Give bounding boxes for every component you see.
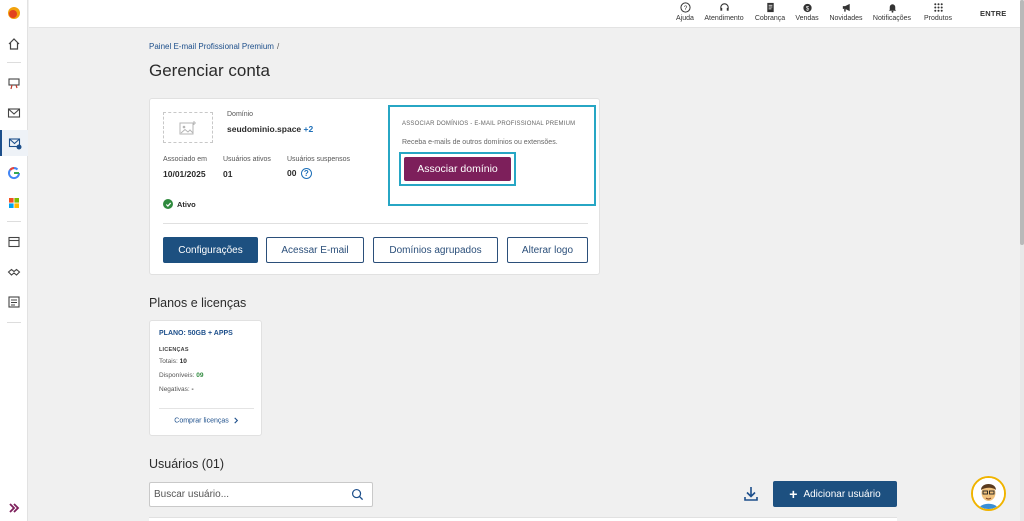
search-field: [149, 482, 373, 507]
licenses-available: Disponíveis: 09: [159, 372, 203, 379]
plus-icon: +: [789, 486, 798, 502]
invoice-icon: [766, 2, 774, 13]
licenses-negative: Negativas: -: [159, 386, 194, 393]
licenses-available-value: 09: [196, 372, 204, 379]
associated-value: 10/01/2025: [163, 169, 206, 179]
top-bar: ? Ajuda Atendimento Cobrança $ Vendas No…: [29, 0, 1024, 28]
expand-sidebar-icon[interactable]: [0, 495, 28, 521]
image-placeholder-icon: [179, 120, 196, 134]
associate-button-highlight: Associar domínio: [399, 152, 516, 186]
associated-label: Associado em: [163, 156, 207, 163]
users-section-title: Usuários (01): [149, 457, 225, 471]
associate-domains-panel: ASSOCIAR DOMÍNIOS - E-MAIL PROFISSIONAL …: [388, 105, 596, 206]
licenses-available-label: Disponíveis:: [159, 372, 195, 379]
domain-extra-count[interactable]: +2: [304, 124, 314, 134]
help-icon[interactable]: ?: [300, 168, 312, 180]
news-label: Novidades: [829, 15, 863, 22]
breadcrumb: Painel E-mail Profissional Premium /: [149, 42, 279, 51]
suspended-users-label: Usuários suspensos: [287, 156, 351, 163]
help-label: Ajuda: [676, 15, 694, 22]
notifications-label: Notificações: [872, 15, 912, 22]
assistant-character-icon: [973, 478, 1004, 509]
scrollbar-thumb[interactable]: [1020, 0, 1024, 245]
divider: [163, 223, 588, 224]
products-button[interactable]: Produtos: [913, 2, 963, 22]
active-users-value: 01: [223, 169, 233, 179]
change-logo-button[interactable]: Alterar logo: [507, 237, 588, 263]
support-label: Atendimento: [704, 15, 744, 22]
plan-card: PLANO: 50GB + APPS LICENÇAS Totais: 10 D…: [149, 320, 262, 436]
licenses-total-label: Totais:: [159, 358, 178, 365]
billing-label: Cobrança: [754, 15, 786, 22]
search-input[interactable]: [150, 483, 340, 506]
search-icon[interactable]: [351, 488, 364, 501]
sidebar: [0, 0, 28, 521]
plan-name: PLANO: 50GB + APPS: [159, 330, 233, 337]
users-table-top: [149, 517, 897, 521]
access-email-button[interactable]: Acessar E-mail: [266, 237, 364, 263]
brand-logo-icon[interactable]: [0, 0, 28, 26]
scrollbar[interactable]: [1020, 0, 1024, 521]
store-icon[interactable]: [0, 229, 28, 255]
grid-icon: [933, 3, 943, 12]
domain-value: seudominio.space +2: [227, 124, 313, 134]
associate-description: Receba e-mails de outros domínios ou ext…: [402, 139, 558, 146]
breadcrumb-separator: /: [276, 42, 280, 51]
download-icon[interactable]: [742, 485, 760, 503]
licenses-negative-label: Negativas:: [159, 386, 190, 393]
report-icon[interactable]: [0, 289, 28, 315]
suspended-users-value: 00 ?: [287, 168, 312, 180]
login-link[interactable]: ENTRE: [980, 9, 1006, 18]
svg-text:?: ?: [683, 5, 687, 12]
licenses-total: Totais: 10: [159, 358, 187, 365]
help-circle-icon: ?: [679, 2, 691, 13]
buy-licenses-link[interactable]: Comprar licenças: [150, 417, 263, 424]
suspended-users-count: 00: [287, 168, 297, 178]
home-icon[interactable]: [0, 31, 28, 57]
licenses-negative-value: -: [191, 386, 194, 393]
support-button[interactable]: Atendimento: [699, 2, 749, 22]
money-bag-icon: $: [802, 3, 812, 12]
headset-icon: [719, 3, 729, 11]
megaphone-icon: [842, 3, 850, 12]
add-user-button[interactable]: + Adicionar usuário: [773, 481, 897, 507]
google-icon[interactable]: [0, 160, 28, 186]
notifications-button[interactable]: Notificações: [867, 2, 917, 22]
news-button[interactable]: Novidades: [821, 2, 871, 22]
plans-section-title: Planos e licenças: [149, 296, 247, 310]
check-icon: [163, 199, 173, 209]
grouped-domains-button[interactable]: Domínios agrupados: [373, 237, 498, 263]
products-label: Produtos: [923, 15, 953, 22]
associate-domain-button[interactable]: Associar domínio: [404, 157, 511, 181]
domain-name: seudominio.space: [227, 124, 302, 134]
email-premium-icon[interactable]: [0, 130, 28, 156]
chevron-right-icon: [233, 417, 238, 424]
logo-placeholder[interactable]: [163, 112, 213, 143]
licenses-total-value: 10: [179, 358, 187, 365]
handshake-icon[interactable]: [0, 259, 28, 285]
plan-divider: [159, 408, 254, 409]
buy-licenses-label: Comprar licenças: [174, 417, 229, 425]
page-title: Gerenciar conta: [149, 61, 270, 80]
assistant-avatar[interactable]: [971, 476, 1006, 511]
settings-button[interactable]: Configurações: [163, 237, 258, 263]
licenses-label: LICENÇAS: [159, 347, 189, 353]
breadcrumb-item[interactable]: Painel E-mail Profissional Premium: [149, 42, 274, 51]
add-user-label: Adicionar usuário: [803, 488, 881, 500]
account-card: Domínio seudominio.space +2 Associado em…: [149, 98, 600, 275]
marketing-icon[interactable]: [0, 70, 28, 96]
domain-label: Domínio: [227, 111, 254, 118]
status-text: Ativo: [177, 199, 196, 209]
active-users-label: Usuários ativos: [223, 156, 271, 163]
microsoft-icon[interactable]: [0, 190, 28, 216]
bell-icon: [888, 4, 896, 13]
associate-title: ASSOCIAR DOMÍNIOS - E-MAIL PROFISSIONAL …: [402, 121, 576, 127]
email-icon[interactable]: [0, 100, 28, 126]
sales-label: Vendas: [795, 15, 819, 22]
status-badge: Ativo: [163, 199, 196, 209]
